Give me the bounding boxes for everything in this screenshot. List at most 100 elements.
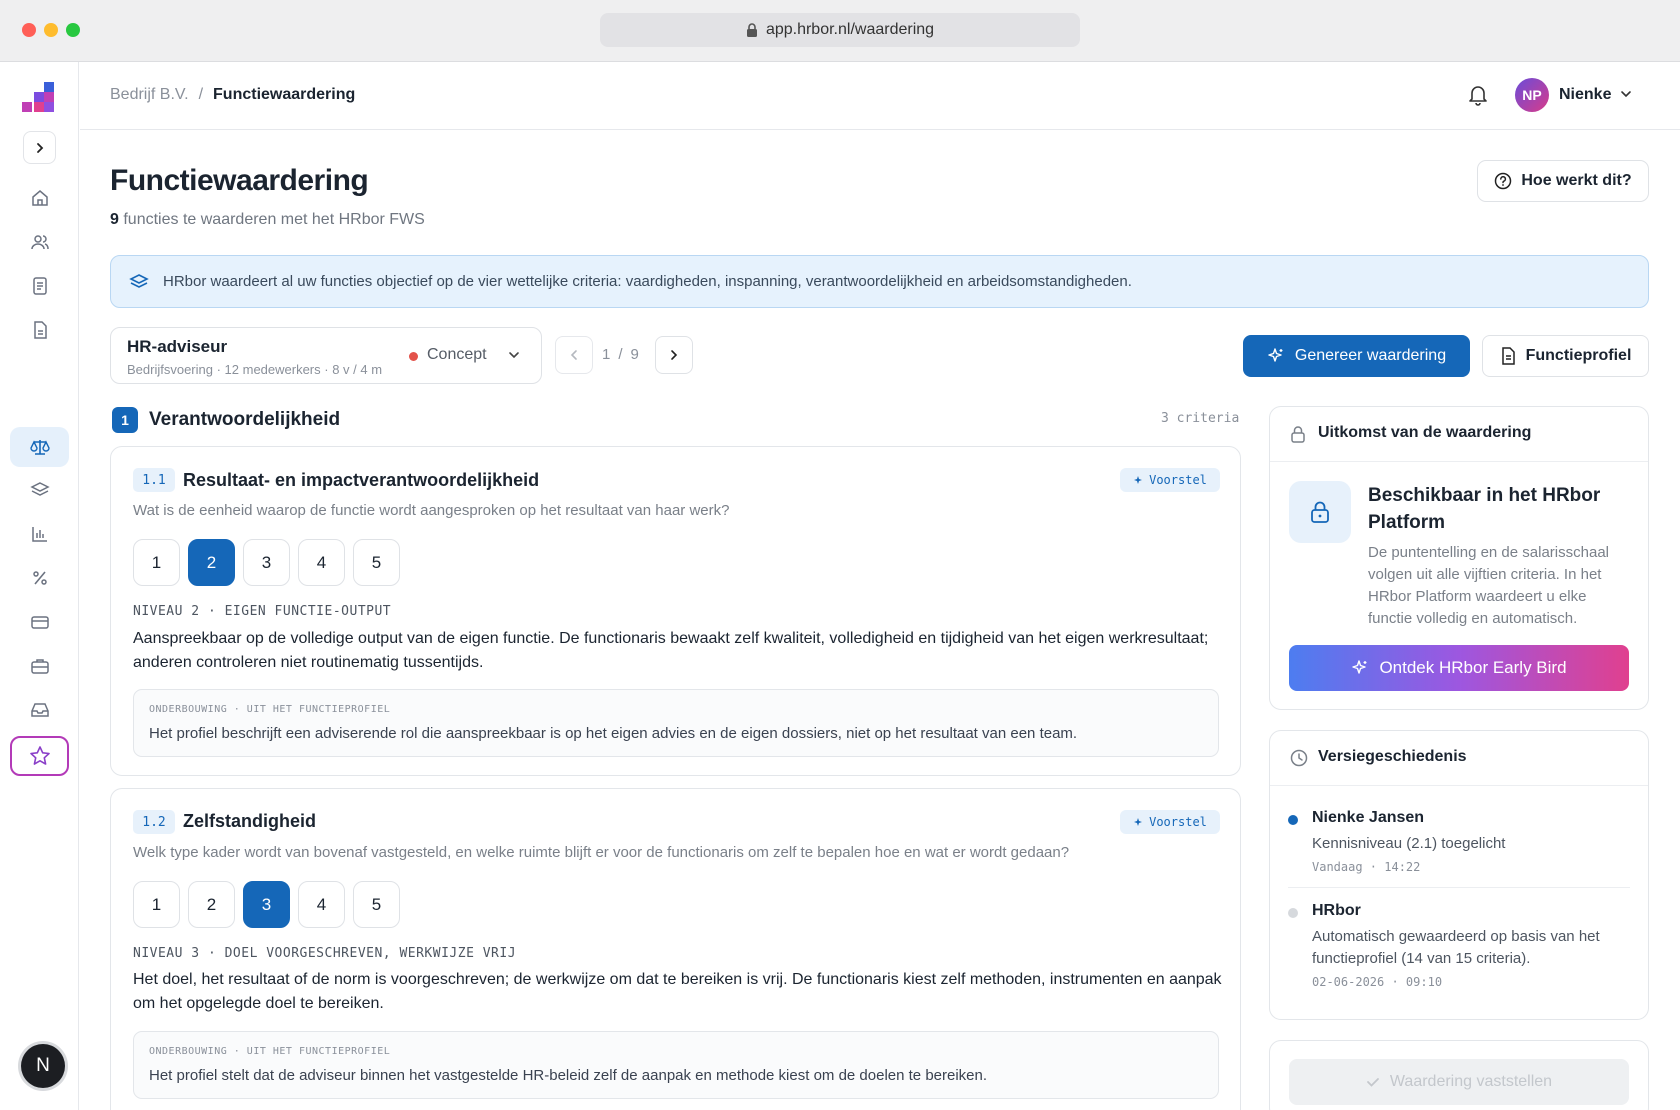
nav-list[interactable] — [10, 266, 69, 306]
home-icon — [31, 190, 48, 206]
layers-icon — [129, 273, 149, 288]
early-bird-button[interactable]: Ontdek HRbor Early Bird — [1289, 645, 1629, 691]
sparkle-icon — [1352, 660, 1367, 674]
finalize-card: Waardering vaststellen — [1269, 1040, 1649, 1110]
history-author: HRbor — [1312, 902, 1361, 919]
availability-title: Beschikbaar in het HRbor Platform — [1368, 485, 1601, 533]
status-badge: Concept — [427, 346, 487, 363]
level-button[interactable]: 3 — [243, 539, 290, 586]
pager-total: 9 — [630, 346, 639, 363]
outcome-card: Uitkomst van de waardering Beschikbaar i… — [1269, 406, 1649, 710]
close-window-dot[interactable] — [22, 23, 36, 37]
version-history-title: Versiegeschiedenis — [1318, 748, 1467, 765]
sparkle-icon — [1268, 348, 1283, 362]
suggestion-label: Voorstel — [1149, 815, 1207, 829]
address-bar[interactable]: app.hrbor.nl/waardering — [600, 13, 1080, 47]
criterion-question: Wat is de eenheid waarop de functie word… — [133, 502, 730, 519]
level-button[interactable]: 2 — [188, 881, 235, 928]
breadcrumb-current: Functiewaardering — [213, 86, 356, 103]
previous-function-button[interactable] — [555, 336, 593, 374]
pager-separator: / — [618, 346, 623, 363]
level-selector: 1 2 3 4 5 — [133, 539, 400, 586]
nav-documents[interactable] — [10, 310, 69, 350]
user-avatar-bottom[interactable]: N — [21, 1044, 65, 1088]
history-divider — [1288, 887, 1630, 888]
function-selector[interactable]: HR-adviseur Bedrijfsvoering · 12 medewer… — [110, 327, 542, 384]
breadcrumb-company[interactable]: Bedrijf B.V. — [110, 86, 189, 104]
level-button[interactable]: 4 — [298, 881, 345, 928]
chevron-down-icon — [509, 352, 519, 359]
next-function-button[interactable] — [655, 336, 693, 374]
level-button[interactable]: 5 — [353, 539, 400, 586]
level-button-selected[interactable]: 3 — [243, 881, 290, 928]
history-timestamp: 02-06-2026 · 09:10 — [1312, 975, 1443, 989]
maximize-window-dot[interactable] — [66, 23, 80, 37]
level-button[interactable]: 5 — [353, 881, 400, 928]
function-profile-button[interactable]: Functieprofiel — [1482, 335, 1649, 377]
user-avatar[interactable]: NP — [1515, 78, 1549, 112]
users-icon — [30, 235, 49, 250]
inbox-icon — [30, 703, 49, 717]
level-selector: 1 2 3 4 5 — [133, 881, 400, 928]
nav-layers[interactable] — [10, 470, 69, 510]
nav-jobs[interactable] — [10, 646, 69, 686]
sparkle-icon — [1134, 817, 1143, 826]
nav-home[interactable] — [10, 178, 69, 218]
justification-box: ONDERBOUWING · UIT HET FUNCTIEPROFIEL He… — [133, 1031, 1219, 1099]
expand-sidebar-button[interactable] — [23, 131, 56, 164]
finalize-label: Waardering vaststellen — [1389, 1073, 1553, 1090]
nav-reports[interactable] — [10, 514, 69, 554]
check-icon — [1367, 1078, 1379, 1087]
credit-card-icon — [30, 616, 49, 629]
criterion-title: Zelfstandigheid — [183, 811, 317, 831]
level-label: NIVEAU 2 · EIGEN FUNCTIE-OUTPUT — [133, 604, 392, 619]
justification-text: Het profiel stelt dat de adviseur binnen… — [149, 1067, 988, 1084]
bell-icon[interactable] — [1468, 84, 1488, 106]
chevron-down-icon[interactable] — [1620, 88, 1632, 100]
help-button[interactable]: Hoe werkt dit? — [1477, 160, 1649, 202]
breadcrumb: Bedrijf B.V. / Functiewaardering — [110, 86, 355, 104]
history-dot — [1288, 908, 1298, 918]
level-button[interactable]: 4 — [298, 539, 345, 586]
section-criteria-count: 3 criteria — [1161, 411, 1240, 426]
history-item: HRbor Automatisch gewaardeerd op basis v… — [1288, 902, 1630, 997]
nav-users[interactable] — [10, 222, 69, 262]
document-icon — [1501, 347, 1515, 365]
level-button[interactable]: 1 — [133, 881, 180, 928]
banner-text: HRbor waardeert al uw functies objectief… — [163, 273, 1132, 290]
section-number: 1 — [112, 407, 138, 433]
nav-payments[interactable] — [10, 602, 69, 642]
criterion-card: 1.1 Resultaat- en impactverantwoordelijk… — [110, 446, 1241, 776]
url-text: app.hrbor.nl/waardering — [765, 21, 935, 38]
minimize-window-dot[interactable] — [44, 23, 58, 37]
criterion-title: Resultaat- en impactverantwoordelijkheid — [183, 470, 540, 490]
criterion-number: 1.1 — [133, 468, 175, 492]
chevron-right-icon — [671, 350, 678, 360]
lock-icon — [1291, 426, 1305, 443]
history-author: Nienke Jansen — [1312, 809, 1425, 826]
sidebar: N — [0, 62, 79, 1110]
page-subtitle: 9 functies te waarderen met het HRbor FW… — [110, 211, 425, 229]
nav-valuation[interactable] — [10, 427, 69, 467]
lock-icon — [1311, 501, 1329, 523]
suggestion-badge: Voorstel — [1120, 810, 1220, 834]
section-title: Verantwoordelijkheid — [149, 409, 341, 430]
scale-icon — [29, 440, 50, 455]
level-description: Aanspreekbaar op de volledige output van… — [133, 630, 1209, 671]
generate-valuation-button[interactable]: Genereer waardering — [1243, 335, 1470, 377]
user-name[interactable]: Nienke — [1559, 86, 1611, 104]
level-button-selected[interactable]: 2 — [188, 539, 235, 586]
early-bird-label: Ontdek HRbor Early Bird — [1379, 658, 1567, 677]
outcome-title: Uitkomst van de waardering — [1318, 424, 1532, 441]
nav-inbox[interactable] — [10, 690, 69, 730]
justification-label: ONDERBOUWING · UIT HET FUNCTIEPROFIEL — [149, 704, 391, 715]
level-button[interactable]: 1 — [133, 539, 180, 586]
bar-chart-icon — [31, 527, 47, 542]
list-icon — [32, 277, 47, 295]
hrbor-logo — [22, 82, 54, 112]
pager-indicator: 1 / 9 — [602, 346, 639, 363]
nav-percentages[interactable] — [10, 558, 69, 598]
finalize-valuation-button[interactable]: Waardering vaststellen — [1289, 1059, 1629, 1105]
nav-early-bird[interactable] — [10, 736, 69, 776]
question-circle-icon — [1495, 172, 1512, 190]
